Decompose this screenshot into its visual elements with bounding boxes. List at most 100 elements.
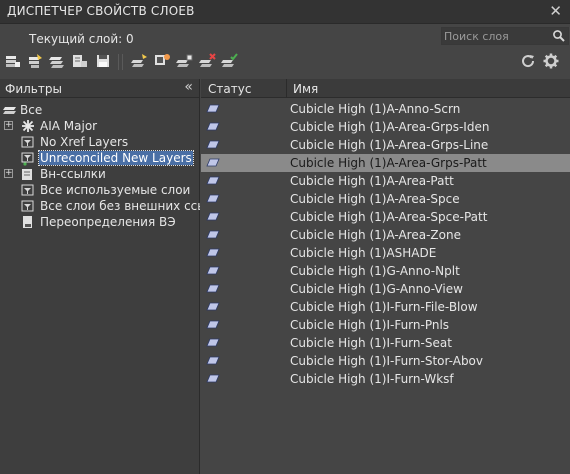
new-layer-icon[interactable] [131,52,149,70]
layer-search-box[interactable] [441,27,569,45]
table-row[interactable]: Cubicle High (1)A-Area-Spce [201,190,570,208]
layer-name: Cubicle High (1)A-Area-Grps-Iden [290,120,490,134]
toolbar [0,52,570,72]
property-filter-icon [21,136,34,148]
table-row[interactable]: Cubicle High (1)G-Anno-View [201,280,570,298]
layer-status-icon [206,194,220,203]
table-row[interactable]: Cubicle High (1)I-Furn-Stor-Abov [201,352,570,370]
table-row[interactable]: Cubicle High (1)A-Area-Grps-Line [201,136,570,154]
layer-name: Cubicle High (1)A-Anno-Scrn [290,102,461,116]
layer-status-icon [206,302,220,311]
table-row[interactable]: Cubicle High (1)ASHADE [201,244,570,262]
filter-item-xrefs[interactable]: + Вн-ссылки [0,166,200,182]
column-header-status[interactable]: Статус [208,82,251,96]
layer-status-icon [206,266,220,275]
column-divider[interactable] [286,79,287,98]
all-layers-icon [3,107,16,114]
viewport-override-icon [23,216,32,228]
table-row[interactable]: Cubicle High (1)A-Area-Grps-Iden [201,118,570,136]
layers-panel: Статус Имя Cubicle High (1)A-Anno-Scrn Cu… [201,79,570,474]
table-row[interactable]: Cubicle High (1)I-Furn-Seat [201,334,570,352]
layer-status-icon [206,104,220,113]
layer-name: Cubicle High (1)A-Area-Spce [290,192,460,206]
table-row[interactable]: Cubicle High (1)A-Area-Patt [201,172,570,190]
save-icon[interactable] [94,52,112,70]
group-filter-star-icon [22,120,34,132]
filters-header-label: Фильтры [5,82,62,96]
layer-status-icon [206,176,220,185]
property-filter-icon [21,184,34,196]
layer-name: Cubicle High (1)I-Furn-Wksf [290,372,454,386]
new-group-filter-icon[interactable] [26,52,44,70]
layer-walk-icon[interactable] [71,52,89,70]
layer-name: Cubicle High (1)I-Furn-Seat [290,336,452,350]
unreconciled-filter-icon [21,152,34,166]
close-icon[interactable]: ✕ [549,2,562,20]
layer-name: Cubicle High (1)I-Furn-File-Blow [290,300,478,314]
window-title: ДИСПЕТЧЕР СВОЙСТВ СЛОЕВ [7,4,195,18]
property-filter-icon [21,200,34,212]
expand-icon[interactable]: + [4,121,13,130]
layer-name: Cubicle High (1)A-Area-Spce-Patt [290,210,488,224]
filter-item-label: No Xref Layers [40,135,129,149]
layer-status-icon [206,122,220,131]
table-row[interactable]: Cubicle High (1)A-Area-Spce-Patt [201,208,570,226]
search-input[interactable] [442,28,554,44]
filters-header: Фильтры « [0,79,199,98]
column-header-name[interactable]: Имя [293,82,318,96]
filter-item-all[interactable]: Все [0,102,200,118]
layers-table-header: Статус Имя [201,79,570,98]
filter-item-label: Все слои без внешних ссылок [40,199,200,213]
layer-status-icon [206,338,220,347]
table-row[interactable]: Cubicle High (1)A-Anno-Scrn [201,100,570,118]
layer-status-icon [206,212,220,221]
filter-item-all-no-xref[interactable]: Все слои без внешних ссылок [0,198,200,214]
expand-icon[interactable]: + [4,169,13,178]
layer-status-icon [206,158,220,167]
layer-name: Cubicle High (1)I-Furn-Stor-Abov [290,354,484,368]
filter-item-unreconciled[interactable]: Unreconciled New Layers [0,150,200,166]
layer-status-icon [206,374,220,383]
filter-item-label: Все используемые слои [40,183,191,197]
table-row[interactable]: Cubicle High (1)I-Furn-Pnls [201,316,570,334]
filter-item-aia-major[interactable]: + AIA Major [0,118,200,134]
layer-status-icon [206,284,220,293]
table-row[interactable]: Cubicle High (1)I-Furn-File-Blow [201,298,570,316]
new-layer-freeze-icon[interactable] [176,52,194,70]
layer-name: Cubicle High (1)A-Area-Zone [290,228,461,242]
layer-status-icon [206,320,220,329]
title-bar: ДИСПЕТЧЕР СВОЙСТВ СЛОЕВ ✕ [0,0,570,24]
layer-name: Cubicle High (1)ASHADE [290,246,437,260]
filters-panel: Фильтры « Все + AIA Major No Xref Layers [0,79,200,474]
xref-filter-icon [22,169,32,180]
delete-layer-icon[interactable] [199,52,217,70]
toolbar-separator [122,54,123,70]
new-layer-vp-frozen-icon[interactable] [153,52,171,70]
filter-item-label: Переопределения ВЭ [40,215,176,229]
filter-item-label: Вн-ссылки [40,167,106,181]
layer-states-manager-icon[interactable] [48,52,66,70]
set-current-icon[interactable] [221,52,239,70]
table-row[interactable]: Cubicle High (1)G-Anno-Nplt [201,262,570,280]
gear-icon[interactable] [542,52,560,70]
layer-name: Cubicle High (1)G-Anno-View [290,282,463,296]
collapse-panel-icon[interactable]: « [184,79,193,95]
layer-status-icon [206,230,220,239]
table-row[interactable]: Cubicle High (1)A-Area-Zone [201,226,570,244]
filter-item-label: Unreconciled New Layers [38,150,194,166]
search-icon[interactable] [552,29,566,43]
new-property-filter-icon[interactable] [4,52,22,70]
filter-item-vp-overrides[interactable]: Переопределения ВЭ [0,214,200,230]
layer-status-icon [206,356,220,365]
layer-name: Cubicle High (1)A-Area-Grps-Patt [290,156,487,170]
filter-item-all-used[interactable]: Все используемые слои [0,182,200,198]
refresh-icon[interactable] [519,52,537,70]
filter-item-label: Все [20,103,43,117]
current-layer-label: Текущий слой: 0 [29,32,134,46]
layer-status-icon [206,248,220,257]
table-row[interactable]: Cubicle High (1)I-Furn-Wksf [201,370,570,388]
filter-item-no-xref[interactable]: No Xref Layers [0,134,200,150]
layer-name: Cubicle High (1)G-Anno-Nplt [290,264,460,278]
table-row[interactable]: Cubicle High (1)A-Area-Grps-Patt [201,154,570,172]
filter-item-label: AIA Major [40,119,98,133]
